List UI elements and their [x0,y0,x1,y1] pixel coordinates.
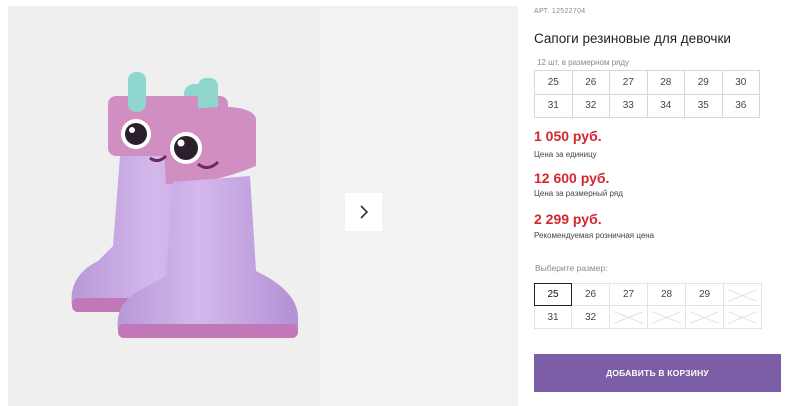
size-option-28[interactable]: 28 [648,283,686,306]
size-option-27[interactable]: 27 [610,283,648,306]
product-gallery [8,6,518,406]
size-picker: 25 26 27 28 29 31 32 [534,283,762,329]
size-option-35 [686,306,724,329]
size-row-cell: 25 [535,71,573,95]
product-photo[interactable] [8,6,320,406]
size-row-cell: 29 [685,71,723,95]
choose-size-caption: Выберите размер: [535,263,608,273]
size-row-cell: 27 [610,71,648,95]
size-row-cell: 34 [647,94,685,118]
size-row-cell: 33 [610,94,648,118]
size-option-29[interactable]: 29 [686,283,724,306]
row-price: 12 600 руб. [534,170,610,186]
rain-boots-image [71,72,298,338]
size-row-caption: 12 шт. в размерном ряду [537,58,630,67]
size-row-cell: 31 [535,94,573,118]
size-row-cell: 36 [722,94,760,118]
add-to-cart-button[interactable]: ДОБАВИТЬ В КОРЗИНУ [534,354,781,392]
size-row-cell: 26 [572,71,610,95]
size-row-cell: 35 [685,94,723,118]
size-option-26[interactable]: 26 [572,283,610,306]
retail-price: 2 299 руб. [534,211,602,227]
size-option-34 [648,306,686,329]
chevron-right-icon [359,205,368,219]
unit-price: 1 050 руб. [534,128,602,144]
size-option-32[interactable]: 32 [572,306,610,329]
size-option-36 [724,306,762,329]
product-title: Сапоги резиновые для девочки [534,31,731,46]
size-option-33 [610,306,648,329]
size-option-30 [724,283,762,306]
product-sku: АРТ. 12522704 [534,8,586,15]
size-option-31[interactable]: 31 [534,306,572,329]
size-row-cell: 32 [572,94,610,118]
size-row-table: 25 26 27 28 29 30 31 32 33 34 35 36 [534,70,760,118]
size-option-25[interactable]: 25 [534,283,572,306]
unit-price-label: Цена за единицу [534,150,597,159]
size-row-cell: 28 [647,71,685,95]
size-row-cell: 30 [722,71,760,95]
row-price-label: Цена за размерный ряд [534,189,623,198]
retail-price-label: Рекомендуемая розничная цена [534,231,655,240]
gallery-next-button[interactable] [345,193,382,231]
